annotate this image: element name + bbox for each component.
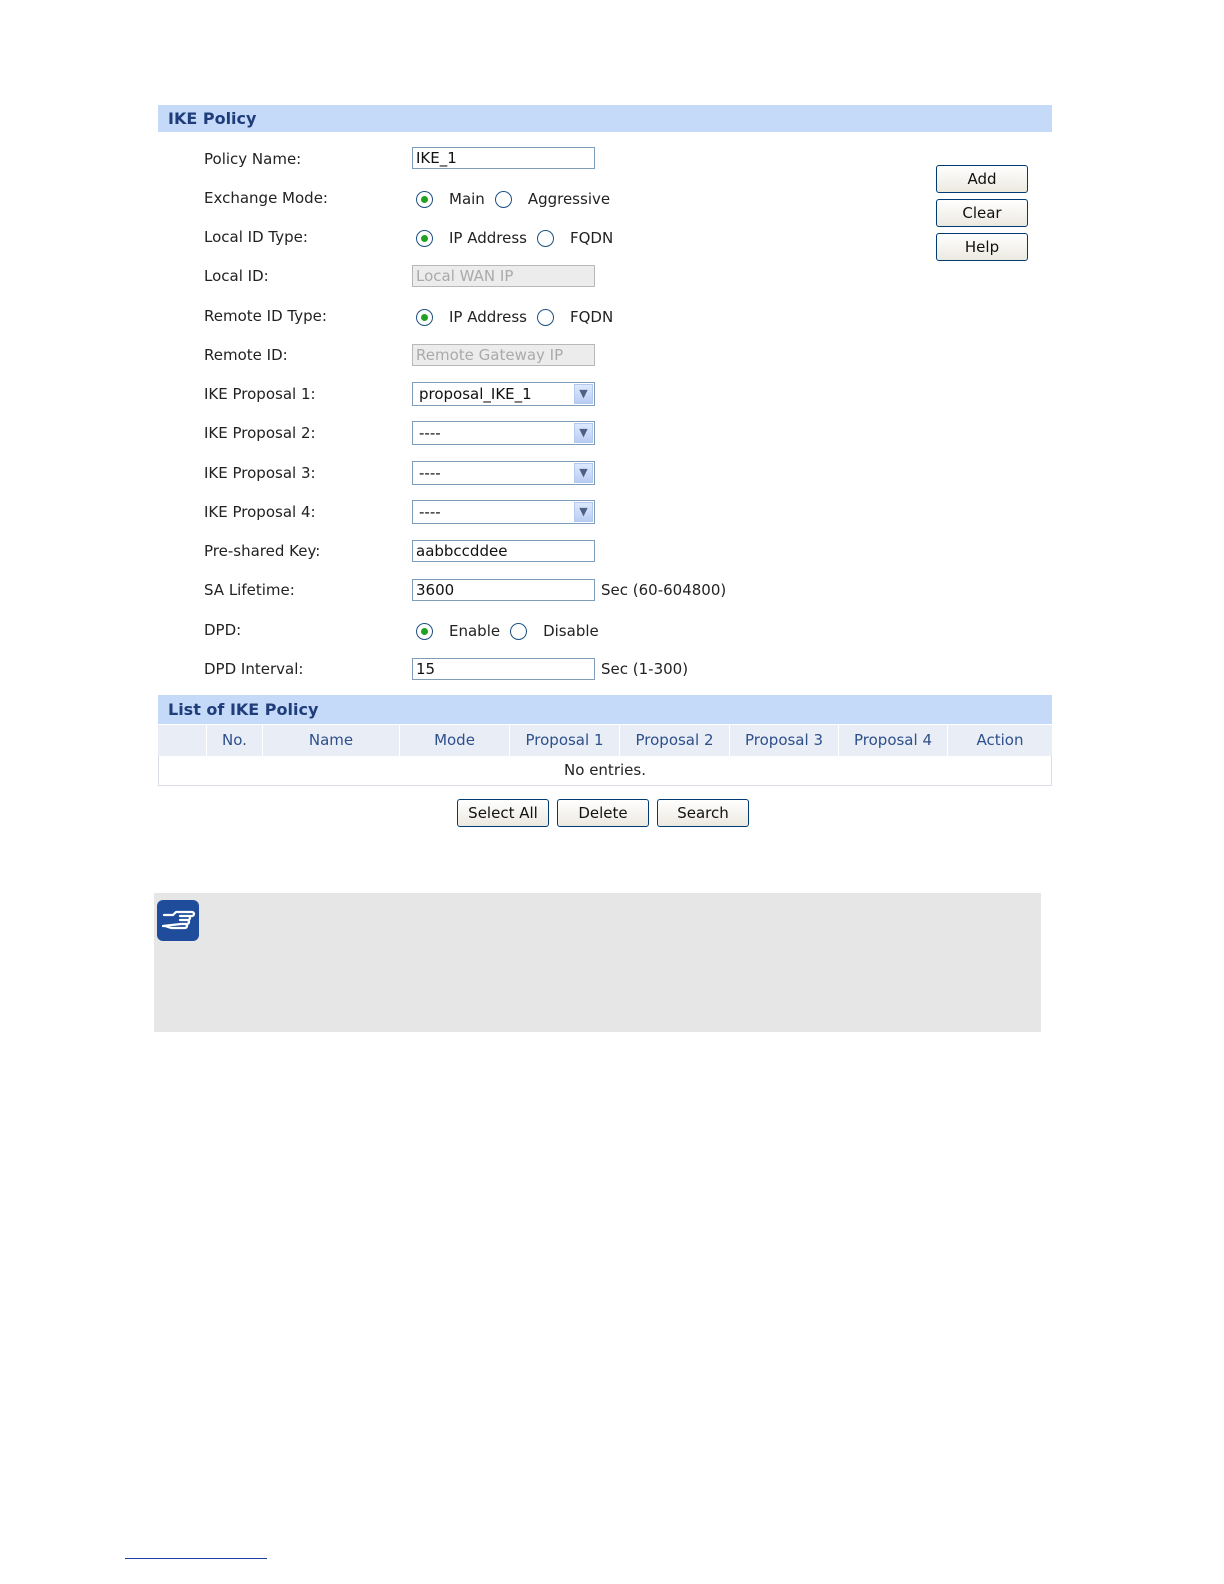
- pointing-hand-icon: [157, 900, 199, 941]
- ike-policy-table-header: No. Name Mode Proposal 1 Proposal 2 Prop…: [158, 725, 1052, 756]
- column-header-action: Action: [947, 725, 1052, 756]
- preshared-key-label: Pre-shared Key:: [204, 542, 321, 560]
- dpd-disable-label: Disable: [543, 622, 599, 640]
- ike-proposal-3-select[interactable]: ---- ▼: [412, 461, 595, 485]
- remote-id-type-label: Remote ID Type:: [204, 307, 327, 325]
- ike-proposal-1-label: IKE Proposal 1:: [204, 385, 316, 403]
- preshared-key-input[interactable]: aabbccddee: [412, 540, 595, 562]
- remote-id-fqdn-label: FQDN: [569, 308, 614, 326]
- ike-proposal-2-select[interactable]: ---- ▼: [412, 421, 595, 445]
- ike-proposal-4-select[interactable]: ---- ▼: [412, 500, 595, 524]
- column-header-proposal-4: Proposal 4: [838, 725, 947, 756]
- local-id-fqdn-label: FQDN: [569, 229, 614, 247]
- chevron-down-icon[interactable]: ▼: [574, 502, 593, 522]
- remote-id-ip-label: IP Address: [449, 308, 527, 326]
- column-header-name: Name: [262, 725, 399, 756]
- exchange-mode-main-label: Main: [449, 190, 485, 208]
- ike-proposal-4-value: ----: [419, 503, 441, 521]
- local-id-type-group: IP Address FQDN: [416, 227, 623, 249]
- footer-divider: [125, 1558, 267, 1559]
- ike-policy-list-header: List of IKE Policy: [158, 695, 1052, 724]
- chevron-down-icon[interactable]: ▼: [574, 463, 593, 483]
- dpd-interval-label: DPD Interval:: [204, 660, 304, 678]
- local-id-label: Local ID:: [204, 267, 269, 285]
- select-column-header: [158, 725, 206, 756]
- sa-lifetime-range: Sec (60-604800): [601, 581, 727, 599]
- exchange-mode-main-radio[interactable]: [416, 190, 433, 208]
- ike-policy-header: IKE Policy: [158, 105, 1052, 132]
- chevron-down-icon[interactable]: ▼: [574, 384, 593, 404]
- dpd-label: DPD:: [204, 621, 242, 639]
- remote-id-ip-radio[interactable]: [416, 308, 433, 326]
- dpd-enable-radio[interactable]: [416, 622, 433, 640]
- remote-id-input: Remote Gateway IP: [412, 344, 595, 366]
- exchange-mode-group: Main Aggressive: [416, 188, 620, 210]
- column-header-no: No.: [206, 725, 262, 756]
- policy-name-label: Policy Name:: [204, 150, 302, 168]
- clear-button[interactable]: Clear: [936, 199, 1028, 227]
- search-button[interactable]: Search: [657, 799, 749, 827]
- column-header-mode: Mode: [399, 725, 509, 756]
- column-header-proposal-2: Proposal 2: [619, 725, 729, 756]
- chevron-down-icon[interactable]: ▼: [574, 423, 593, 443]
- local-id-input: Local WAN IP: [412, 265, 595, 287]
- column-header-proposal-3: Proposal 3: [729, 725, 838, 756]
- policy-name-input[interactable]: IKE_1: [412, 147, 595, 169]
- dpd-group: Enable Disable: [416, 620, 609, 642]
- sa-lifetime-input[interactable]: 3600: [412, 579, 595, 601]
- local-id-fqdn-radio[interactable]: [536, 229, 554, 247]
- ike-proposal-4-label: IKE Proposal 4:: [204, 503, 316, 521]
- empty-table-message: No entries.: [158, 756, 1052, 786]
- ike-proposal-3-label: IKE Proposal 3:: [204, 464, 316, 482]
- local-id-type-label: Local ID Type:: [204, 228, 308, 246]
- exchange-mode-aggressive-label: Aggressive: [527, 190, 611, 208]
- dpd-interval-range: Sec (1-300): [601, 660, 689, 678]
- ike-proposal-3-value: ----: [419, 464, 441, 482]
- delete-button[interactable]: Delete: [557, 799, 649, 827]
- exchange-mode-label: Exchange Mode:: [204, 189, 328, 207]
- add-button[interactable]: Add: [936, 165, 1028, 193]
- local-id-ip-label: IP Address: [449, 229, 527, 247]
- help-button[interactable]: Help: [936, 233, 1028, 261]
- remote-id-type-group: IP Address FQDN: [416, 306, 623, 328]
- remote-id-fqdn-radio[interactable]: [536, 308, 554, 326]
- sa-lifetime-label: SA Lifetime:: [204, 581, 295, 599]
- dpd-enable-label: Enable: [449, 622, 501, 640]
- remote-id-label: Remote ID:: [204, 346, 288, 364]
- select-all-button[interactable]: Select All: [457, 799, 549, 827]
- exchange-mode-aggressive-radio[interactable]: [494, 190, 512, 208]
- dpd-interval-input[interactable]: 15: [412, 658, 595, 680]
- ike-proposal-1-select[interactable]: proposal_IKE_1 ▼: [412, 382, 595, 406]
- dpd-disable-radio[interactable]: [510, 622, 528, 640]
- column-header-proposal-1: Proposal 1: [509, 725, 619, 756]
- note-box: [154, 893, 1041, 1032]
- ike-proposal-2-label: IKE Proposal 2:: [204, 424, 316, 442]
- ike-proposal-1-value: proposal_IKE_1: [419, 385, 532, 403]
- ike-proposal-2-value: ----: [419, 424, 441, 442]
- local-id-ip-radio[interactable]: [416, 229, 433, 247]
